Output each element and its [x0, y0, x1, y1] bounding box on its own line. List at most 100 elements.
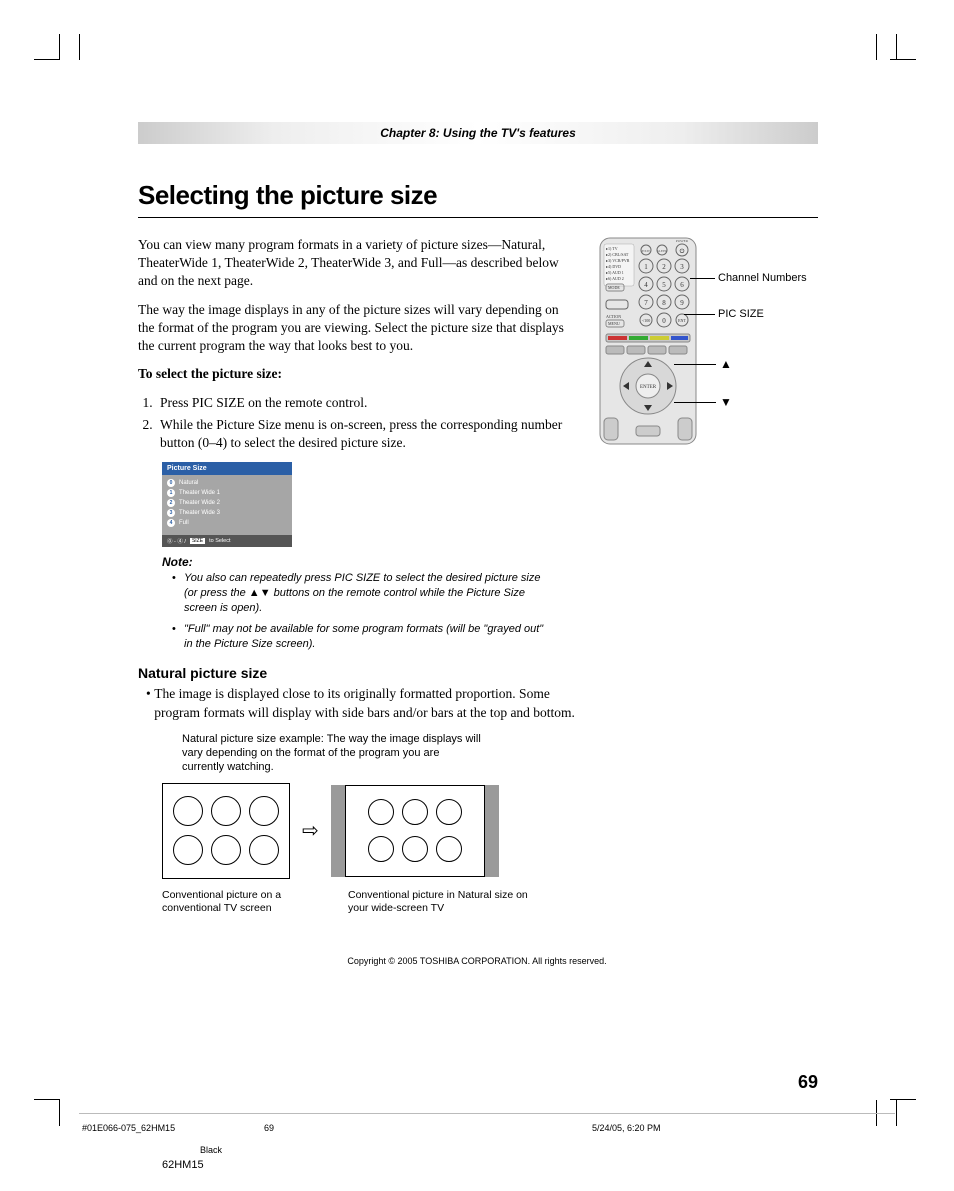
osd-label: Theater Wide 3: [179, 510, 220, 516]
svg-text:▸6) AUD 2: ▸6) AUD 2: [606, 276, 624, 281]
example-note: Natural picture size example: The way th…: [182, 732, 482, 775]
crop-mark: [59, 1100, 60, 1126]
remote-column: ▸1) TV ▸2) CBL/SAT ▸3) VCR/PVR ▸4) DVD ▸…: [598, 236, 818, 916]
crop-mark: [34, 59, 60, 60]
svg-text:5: 5: [662, 281, 666, 289]
crop-mark: [896, 34, 897, 60]
footer-model: 62HM15: [162, 1159, 204, 1171]
copyright-line: Copyright © 2005 TOSHIBA CORPORATION. Al…: [0, 956, 954, 966]
svg-text:2: 2: [662, 263, 666, 271]
main-text-column: You can view many program formats in a v…: [138, 236, 578, 916]
osd-item-3: 3 Theater Wide 3: [167, 509, 287, 517]
svg-text:-/100: -/100: [642, 318, 650, 323]
osd-num: 1: [167, 489, 175, 497]
note-heading: Note:: [162, 555, 578, 569]
diagram-row: ⇨: [162, 783, 578, 879]
svg-text:6: 6: [680, 281, 684, 289]
natural-bullet-text: The image is displayed close to its orig…: [154, 685, 578, 721]
osd-foot-icons: ⓪ - ④ /: [167, 537, 186, 545]
svg-text:MODE: MODE: [608, 285, 620, 290]
osd-label: Natural: [179, 480, 198, 486]
osd-label: Theater Wide 1: [179, 490, 220, 496]
footer-filename: #01E066-075_62HM15: [82, 1123, 175, 1133]
chapter-heading: Chapter 8: Using the TV's features: [138, 122, 818, 144]
step-2: While the Picture Size menu is on-screen…: [156, 416, 578, 452]
wide-tv-diagram: [331, 785, 499, 877]
crop-mark: [876, 34, 877, 60]
intro-para-1: You can view many program formats in a v…: [138, 236, 578, 291]
svg-text:▸4) DVD: ▸4) DVD: [606, 264, 621, 269]
callout-down-arrow: ▼: [720, 395, 732, 409]
section-heading: Natural picture size: [138, 665, 578, 681]
osd-num: 0: [167, 479, 175, 487]
svg-text:ENTER: ENTER: [640, 385, 657, 390]
osd-num: 3: [167, 509, 175, 517]
osd-footer: ⓪ - ④ / SIZE to Select: [162, 535, 292, 547]
callout-line: [674, 402, 716, 403]
crop-mark: [890, 1099, 916, 1100]
callout-pic-size: PIC SIZE: [718, 308, 764, 320]
callout-up-arrow: ▲: [720, 357, 732, 371]
osd-item-1: 1 Theater Wide 1: [167, 489, 287, 497]
svg-text:▸1) TV: ▸1) TV: [606, 246, 618, 251]
caption-conventional: Conventional picture on a conventional T…: [162, 889, 290, 916]
footer-rule: [79, 1113, 895, 1114]
page-content: Chapter 8: Using the TV's features Selec…: [138, 122, 818, 916]
svg-text:SLEEP: SLEEP: [657, 249, 667, 253]
title-rule: [138, 217, 818, 218]
crop-mark: [79, 34, 80, 60]
osd-foot-text: to Select: [209, 538, 230, 544]
svg-text:7: 7: [644, 299, 648, 307]
natural-bullet: • The image is displayed close to its or…: [138, 685, 578, 721]
osd-foot-sizetag: SIZE: [190, 538, 205, 544]
svg-text:▸2) CBL/SAT: ▸2) CBL/SAT: [606, 252, 629, 257]
footer-pagenum: 69: [264, 1123, 274, 1133]
svg-text:9: 9: [680, 299, 684, 307]
svg-text:▸5) AUD 1: ▸5) AUD 1: [606, 270, 624, 275]
crop-mark: [34, 1099, 60, 1100]
procedure-steps: Press PIC SIZE on the remote control. Wh…: [156, 394, 578, 453]
right-sidebar: [485, 785, 499, 877]
callout-line: [690, 278, 715, 279]
osd-num: 2: [167, 499, 175, 507]
svg-text:4: 4: [644, 281, 648, 289]
osd-item-0: 0 Natural: [167, 479, 287, 487]
procedure-heading: To select the picture size:: [138, 365, 578, 383]
arrow-right-icon: ⇨: [302, 818, 319, 843]
bullet-dot: •: [138, 685, 154, 721]
osd-label: Full: [179, 520, 189, 526]
crop-mark: [59, 34, 60, 60]
crop-mark: [890, 59, 916, 60]
footer-color: Black: [200, 1145, 222, 1155]
svg-text:MENU: MENU: [608, 321, 620, 326]
osd-body: 0 Natural 1 Theater Wide 1 2Theater Wide 2…: [162, 475, 292, 535]
caption-row: Conventional picture on a conventional T…: [162, 885, 578, 916]
conventional-tv-diagram: [162, 783, 290, 879]
svg-text:3: 3: [680, 263, 684, 271]
svg-text:EXIT: EXIT: [642, 249, 651, 253]
svg-text:8: 8: [662, 299, 666, 307]
svg-text:⏻: ⏻: [680, 248, 685, 255]
svg-text:POWER: POWER: [676, 239, 689, 243]
osd-picture-size-menu: Picture Size 0 Natural 1 Theater Wide 1 2T…: [162, 462, 292, 547]
caption-widescreen: Conventional picture in Natural size on …: [348, 889, 548, 916]
page-title: Selecting the picture size: [138, 180, 818, 211]
step-1: Press PIC SIZE on the remote control.: [156, 394, 578, 412]
callout-channel-numbers: Channel Numbers: [718, 272, 807, 284]
svg-text:ACTION: ACTION: [606, 314, 621, 319]
page-number: 69: [798, 1072, 818, 1093]
note-list: You also can repeatedly press PIC SIZE t…: [174, 571, 544, 651]
intro-para-2: The way the image displays in any of the…: [138, 301, 578, 356]
left-sidebar: [331, 785, 345, 877]
callout-line: [684, 314, 715, 315]
note-item-2: "Full" may not be available for some pro…: [174, 622, 544, 652]
osd-title: Picture Size: [162, 462, 292, 475]
svg-text:▸3) VCR/PVR: ▸3) VCR/PVR: [606, 258, 630, 263]
osd-item-2: 2Theater Wide 2: [167, 499, 287, 507]
crop-mark: [896, 1100, 897, 1126]
osd-num: 4: [167, 519, 175, 527]
svg-text:0: 0: [662, 317, 666, 325]
remote-illustration: ▸1) TV ▸2) CBL/SAT ▸3) VCR/PVR ▸4) DVD ▸…: [598, 236, 698, 446]
svg-text:1: 1: [644, 263, 648, 271]
footer-datetime: 5/24/05, 6:20 PM: [592, 1123, 661, 1133]
